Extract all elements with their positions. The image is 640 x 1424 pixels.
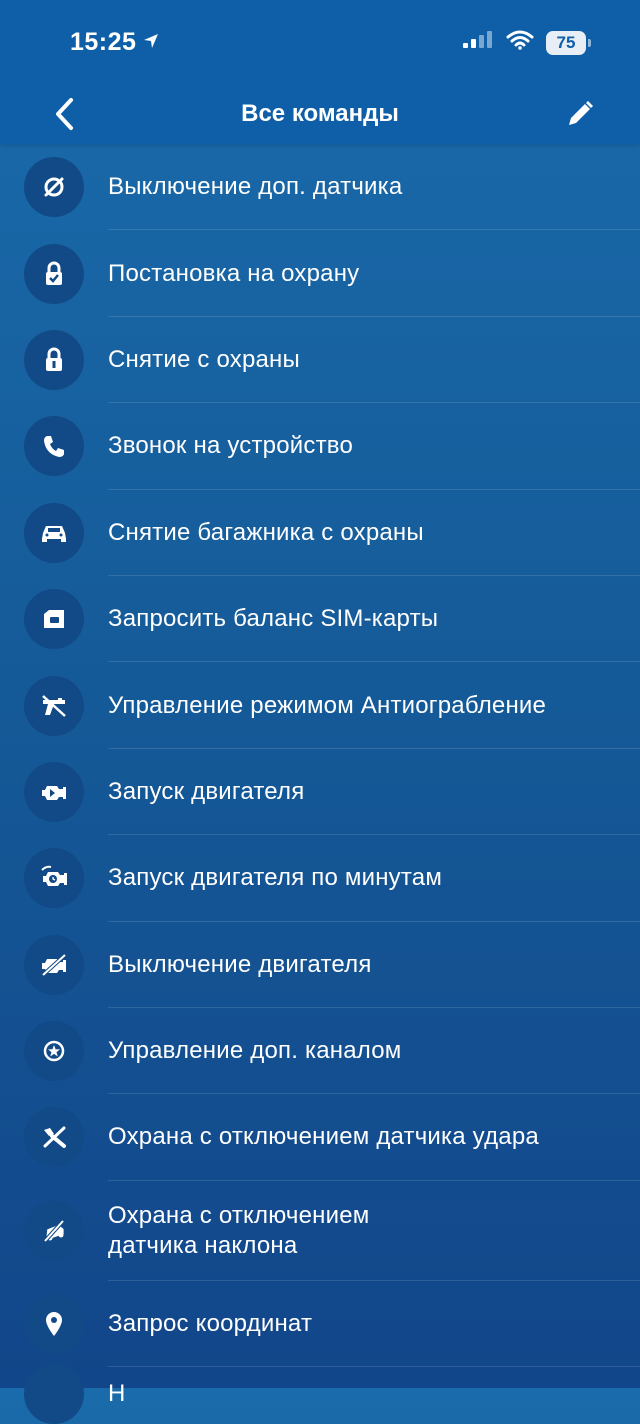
location-arrow-icon (142, 28, 160, 57)
command-label: Выключение двигателя (108, 950, 372, 978)
edit-button[interactable] (560, 96, 600, 136)
command-row[interactable]: Снятие багажника с охраны (0, 490, 640, 576)
command-label: Запрос координат (108, 1309, 313, 1337)
command-label: Снятие багажника с охраны (108, 518, 424, 546)
command-label: Выключение доп. датчика (108, 173, 403, 201)
command-label: Запуск двигателя (108, 777, 305, 805)
phone-icon (24, 416, 84, 477)
tilt-sensor-off-icon (24, 1200, 84, 1261)
shock-sensor-off-icon (24, 1107, 84, 1168)
command-row[interactable]: Запрос координат (0, 1281, 640, 1368)
sensor-off-icon (24, 157, 84, 218)
command-label: Постановка на охрану (108, 259, 360, 287)
anti-robbery-icon (24, 675, 84, 736)
battery-level: 75 (556, 32, 576, 52)
command-row[interactable]: Выключение двигателя (0, 922, 640, 1008)
command-label: Запросить баланс SIM-карты (108, 605, 439, 633)
command-label: Запуск двигателя по минутам (108, 864, 443, 892)
car-trunk-icon (24, 502, 84, 563)
lock-arm-icon (24, 243, 84, 304)
command-label: Охрана с отключением датчика наклона (108, 1201, 370, 1259)
command-label: Снятие с охраны (108, 345, 300, 373)
page-title: Все команды (241, 100, 399, 127)
command-row[interactable]: Управление доп. каналом (0, 1008, 640, 1095)
battery-indicator: 75 (546, 30, 591, 55)
pencil-icon (565, 99, 595, 134)
lock-disarm-icon (24, 329, 84, 390)
command-row[interactable]: Запросить баланс SIM-карты (0, 576, 640, 663)
location-pin-icon (24, 1293, 84, 1354)
status-indicators: 75 (462, 30, 591, 55)
command-row[interactable]: Охрана с отключением датчика наклона (0, 1181, 640, 1281)
engine-start-icon (24, 761, 84, 822)
command-label: Охрана с отключением датчика удара (108, 1123, 539, 1151)
cellular-signal-icon (462, 30, 494, 55)
command-row[interactable]: Запуск двигателя (0, 749, 640, 836)
status-time: 15:25 (70, 28, 160, 57)
command-row[interactable]: Снятие с охраны (0, 317, 640, 404)
command-label: Управление режимом Антиограбление (108, 691, 547, 719)
command-row[interactable]: Постановка на охрану (0, 230, 640, 317)
command-row[interactable]: Охрана с отключением датчика удара (0, 1094, 640, 1181)
command-row[interactable]: Выключение доп. датчика (0, 144, 640, 231)
engine-timer-icon (24, 848, 84, 909)
engine-stop-icon (24, 934, 84, 995)
command-row[interactable]: Звонок на устройство (0, 403, 640, 490)
command-row[interactable]: Запуск двигателя по минутам (0, 835, 640, 922)
command-icon (24, 1364, 84, 1424)
wifi-icon (506, 30, 534, 55)
extra-channel-icon (24, 1021, 84, 1082)
commands-list: Выключение доп. датчика Постановка на ох… (0, 144, 640, 1368)
sim-card-icon (24, 589, 84, 650)
command-label: Звонок на устройство (108, 432, 354, 460)
command-row-partial[interactable]: Н (0, 1364, 640, 1424)
status-bar: 15:25 75 (0, 0, 640, 88)
command-label: Управление доп. каналом (108, 1037, 402, 1065)
status-time-text: 15:25 (70, 28, 137, 56)
nav-bar: Все команды (0, 88, 640, 144)
command-label: Н (108, 1380, 126, 1407)
command-row[interactable]: Управление режимом Антиограбление (0, 662, 640, 749)
